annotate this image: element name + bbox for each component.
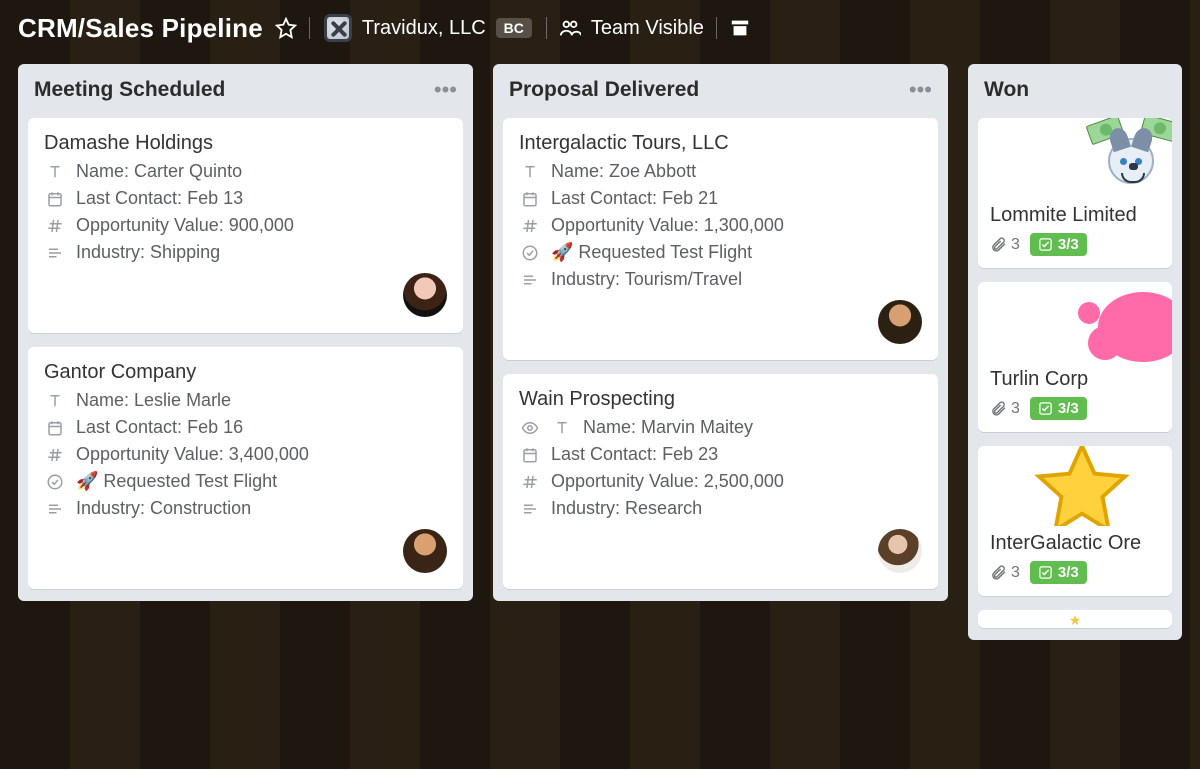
text-icon [519,163,541,181]
avatar[interactable] [403,273,447,317]
card-peek[interactable]: ★ [978,610,1172,628]
attachments-badge: 3 [990,564,1020,582]
lines-icon [519,271,541,289]
archive-icon[interactable] [729,17,751,39]
card[interactable]: Intergalactic Tours, LLC Name: Zoe Abbot… [503,118,938,360]
hash-icon [44,217,66,235]
card-title: Wain Prospecting [519,388,922,411]
field-opportunity-value: Opportunity Value: 2,500,000 [519,471,922,492]
calendar-icon [519,190,541,208]
board-title[interactable]: CRM/Sales Pipeline [18,13,263,44]
text-icon [44,392,66,410]
hash-icon [519,217,541,235]
check-icon [44,473,66,491]
field-name: Name: Carter Quinto [44,161,447,182]
card[interactable]: Lommite Limited 3 3/3 [978,118,1172,268]
sticker-star-icon: ★ [990,612,1160,629]
field-last-contact: Last Contact: Feb 23 [519,444,922,465]
field-opportunity-value: Opportunity Value: 1,300,000 [519,215,922,236]
sticker-splat-icon [978,282,1172,362]
field-requested-test-flight: 🚀 Requested Test Flight [519,242,922,263]
list-title[interactable]: Meeting Scheduled [34,78,225,102]
lines-icon [44,244,66,262]
lines-icon [44,500,66,518]
field-industry: Industry: Shipping [44,242,447,263]
field-industry: Industry: Tourism/Travel [519,269,922,290]
card-title: Damashe Holdings [44,132,447,155]
calendar-icon [44,190,66,208]
avatar[interactable] [403,529,447,573]
card-title: InterGalactic Ore [990,532,1160,555]
hash-icon [519,473,541,491]
card[interactable]: InterGalactic Ore 3 3/3 [978,446,1172,596]
checklist-badge: 3/3 [1030,397,1087,420]
card-title: Intergalactic Tours, LLC [519,132,922,155]
card[interactable]: Damashe Holdings Name: Carter Quinto Las… [28,118,463,333]
list-proposal-delivered: Proposal Delivered ••• Intergalactic Tou… [493,64,948,601]
divider [309,17,310,39]
field-last-contact: Last Contact: Feb 13 [44,188,447,209]
sticker-star-icon [978,446,1172,526]
eye-icon [519,419,541,437]
field-industry: Industry: Construction [44,498,447,519]
card-title: Lommite Limited [990,204,1160,227]
text-icon [551,419,573,437]
visibility-label: Team Visible [591,18,704,38]
sticker-husky-icon [978,118,1172,198]
board-header: CRM/Sales Pipeline Travidux, LLC BC Team… [0,0,1200,58]
divider [546,17,547,39]
calendar-icon [519,446,541,464]
attachments-badge: 3 [990,400,1020,418]
field-name: Name: Zoe Abbott [519,161,922,182]
attachments-badge: 3 [990,236,1020,254]
hash-icon [44,446,66,464]
checklist-badge: 3/3 [1030,561,1087,584]
lines-icon [519,500,541,518]
star-icon[interactable] [275,17,297,39]
text-icon [44,163,66,181]
field-last-contact: Last Contact: Feb 21 [519,188,922,209]
list-meeting-scheduled: Meeting Scheduled ••• Damashe Holdings N… [18,64,473,601]
list-menu-icon[interactable]: ••• [909,86,932,95]
visibility-button[interactable]: Team Visible [559,17,704,39]
avatar[interactable] [878,529,922,573]
org-badge[interactable]: Travidux, LLC BC [322,12,534,44]
list-menu-icon[interactable]: ••• [434,86,457,95]
field-industry: Industry: Research [519,498,922,519]
card[interactable]: Gantor Company Name: Leslie Marle Last C… [28,347,463,589]
calendar-icon [44,419,66,437]
field-requested-test-flight: 🚀 Requested Test Flight [44,471,447,492]
divider [716,17,717,39]
list-won: Won Lommite Limited 3 3/3 [968,64,1182,640]
card-title: Gantor Company [44,361,447,384]
board: Meeting Scheduled ••• Damashe Holdings N… [0,58,1200,658]
org-name: Travidux, LLC [362,17,486,40]
field-opportunity-value: Opportunity Value: 3,400,000 [44,444,447,465]
field-name: Name: Leslie Marle [44,390,447,411]
people-icon [559,17,581,39]
card[interactable]: Wain Prospecting Name: Marvin Maitey Las… [503,374,938,589]
field-name: Name: Marvin Maitey [519,417,922,438]
avatar[interactable] [878,300,922,344]
card-title: Turlin Corp [990,368,1160,391]
checklist-badge: 3/3 [1030,233,1087,256]
list-title[interactable]: Proposal Delivered [509,78,699,102]
check-icon [519,244,541,262]
org-tag: BC [496,18,532,38]
card[interactable]: Turlin Corp 3 3/3 [978,282,1172,432]
list-title[interactable]: Won [984,78,1029,102]
field-opportunity-value: Opportunity Value: 900,000 [44,215,447,236]
org-logo-icon [324,14,352,42]
field-last-contact: Last Contact: Feb 16 [44,417,447,438]
